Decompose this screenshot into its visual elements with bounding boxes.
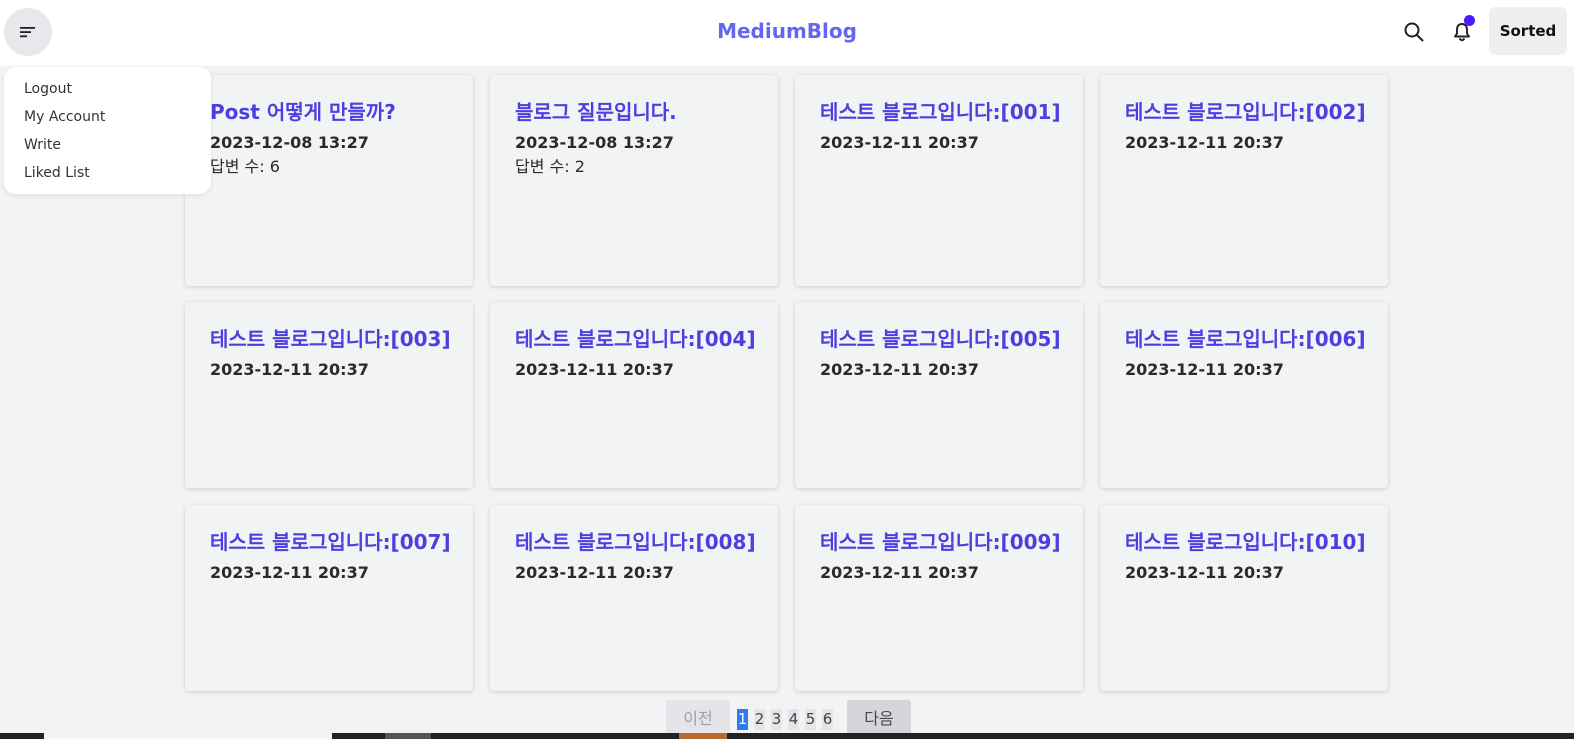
post-title[interactable]: 블로그 질문입니다.	[515, 98, 754, 126]
menu-icon	[20, 27, 35, 38]
menu-dropdown: Logout My Account Write Liked List	[4, 67, 211, 194]
post-title[interactable]: 테스트 블로그입니다:[007]	[210, 528, 451, 556]
taskbar-app-button[interactable]	[679, 733, 727, 739]
post-answer-count: 답변 수: 2	[515, 157, 585, 176]
post-card[interactable]: 테스트 블로그입니다:[004] 2023-12-11 20:37	[490, 302, 778, 488]
post-card[interactable]: 테스트 블로그입니다:[001] 2023-12-11 20:37	[795, 75, 1083, 286]
menu-item-my-account[interactable]: My Account	[4, 107, 211, 135]
taskbar-search-box[interactable]	[44, 733, 332, 739]
page-link-5[interactable]: 5	[805, 709, 816, 730]
notifications-button[interactable]	[1442, 12, 1482, 52]
page-link-4[interactable]: 4	[788, 709, 799, 730]
page-link-1[interactable]: 1	[737, 709, 748, 730]
post-card[interactable]: 테스트 블로그입니다:[002] 2023-12-11 20:37	[1100, 75, 1388, 286]
post-date: 2023-12-08 13:27	[515, 133, 674, 152]
post-title[interactable]: 테스트 블로그입니다:[003]	[210, 325, 451, 353]
post-date: 2023-12-11 20:37	[1125, 360, 1284, 379]
post-card[interactable]: Post 어떻게 만들까? 2023-12-08 13:27 답변 수: 6	[185, 75, 473, 286]
post-date: 2023-12-11 20:37	[820, 133, 979, 152]
page-link-2[interactable]: 2	[754, 709, 765, 730]
post-title[interactable]: 테스트 블로그입니다:[004]	[515, 325, 756, 353]
post-title[interactable]: Post 어떻게 만들까?	[210, 98, 449, 126]
page-link-6[interactable]: 6	[822, 709, 833, 730]
post-date: 2023-12-11 20:37	[515, 563, 674, 582]
search-icon	[1404, 22, 1424, 42]
post-title[interactable]: 테스트 블로그입니다:[006]	[1125, 325, 1366, 353]
post-date: 2023-12-11 20:37	[820, 563, 979, 582]
post-date: 2023-12-08 13:27	[210, 133, 369, 152]
post-title[interactable]: 테스트 블로그입니다:[009]	[820, 528, 1061, 556]
post-date: 2023-12-11 20:37	[820, 360, 979, 379]
post-answer-count: 답변 수: 6	[210, 157, 280, 176]
post-card[interactable]: 테스트 블로그입니다:[010] 2023-12-11 20:37	[1100, 505, 1388, 691]
post-card[interactable]: 테스트 블로그입니다:[009] 2023-12-11 20:37	[795, 505, 1083, 691]
post-card[interactable]: 테스트 블로그입니다:[003] 2023-12-11 20:37	[185, 302, 473, 488]
post-title[interactable]: 테스트 블로그입니다:[002]	[1125, 98, 1366, 126]
page-link-3[interactable]: 3	[771, 709, 782, 730]
post-date: 2023-12-11 20:37	[515, 360, 674, 379]
menu-item-write[interactable]: Write	[4, 135, 211, 163]
post-card[interactable]: 테스트 블로그입니다:[006] 2023-12-11 20:37	[1100, 302, 1388, 488]
os-taskbar	[0, 733, 1574, 739]
post-card[interactable]: 테스트 블로그입니다:[005] 2023-12-11 20:37	[795, 302, 1083, 488]
post-title[interactable]: 테스트 블로그입니다:[010]	[1125, 528, 1366, 556]
brand-logo[interactable]: MediumBlog	[637, 19, 937, 43]
notification-badge	[1464, 15, 1475, 26]
post-title[interactable]: 테스트 블로그입니다:[001]	[820, 98, 1061, 126]
post-date: 2023-12-11 20:37	[1125, 133, 1284, 152]
taskbar-app-button[interactable]	[385, 733, 431, 739]
post-card[interactable]: 테스트 블로그입니다:[007] 2023-12-11 20:37	[185, 505, 473, 691]
post-date: 2023-12-11 20:37	[1125, 563, 1284, 582]
top-navbar: MediumBlog Sorted	[0, 0, 1574, 66]
search-button[interactable]	[1394, 12, 1434, 52]
sorted-button[interactable]: Sorted	[1489, 7, 1567, 55]
post-title[interactable]: 테스트 블로그입니다:[005]	[820, 325, 1061, 353]
post-card[interactable]: 테스트 블로그입니다:[008] 2023-12-11 20:37	[490, 505, 778, 691]
menu-item-liked-list[interactable]: Liked List	[4, 163, 211, 191]
post-date: 2023-12-11 20:37	[210, 360, 369, 379]
menu-button[interactable]	[4, 8, 52, 56]
menu-item-logout[interactable]: Logout	[4, 79, 211, 107]
post-card[interactable]: 블로그 질문입니다. 2023-12-08 13:27 답변 수: 2	[490, 75, 778, 286]
post-date: 2023-12-11 20:37	[210, 563, 369, 582]
post-title[interactable]: 테스트 블로그입니다:[008]	[515, 528, 756, 556]
